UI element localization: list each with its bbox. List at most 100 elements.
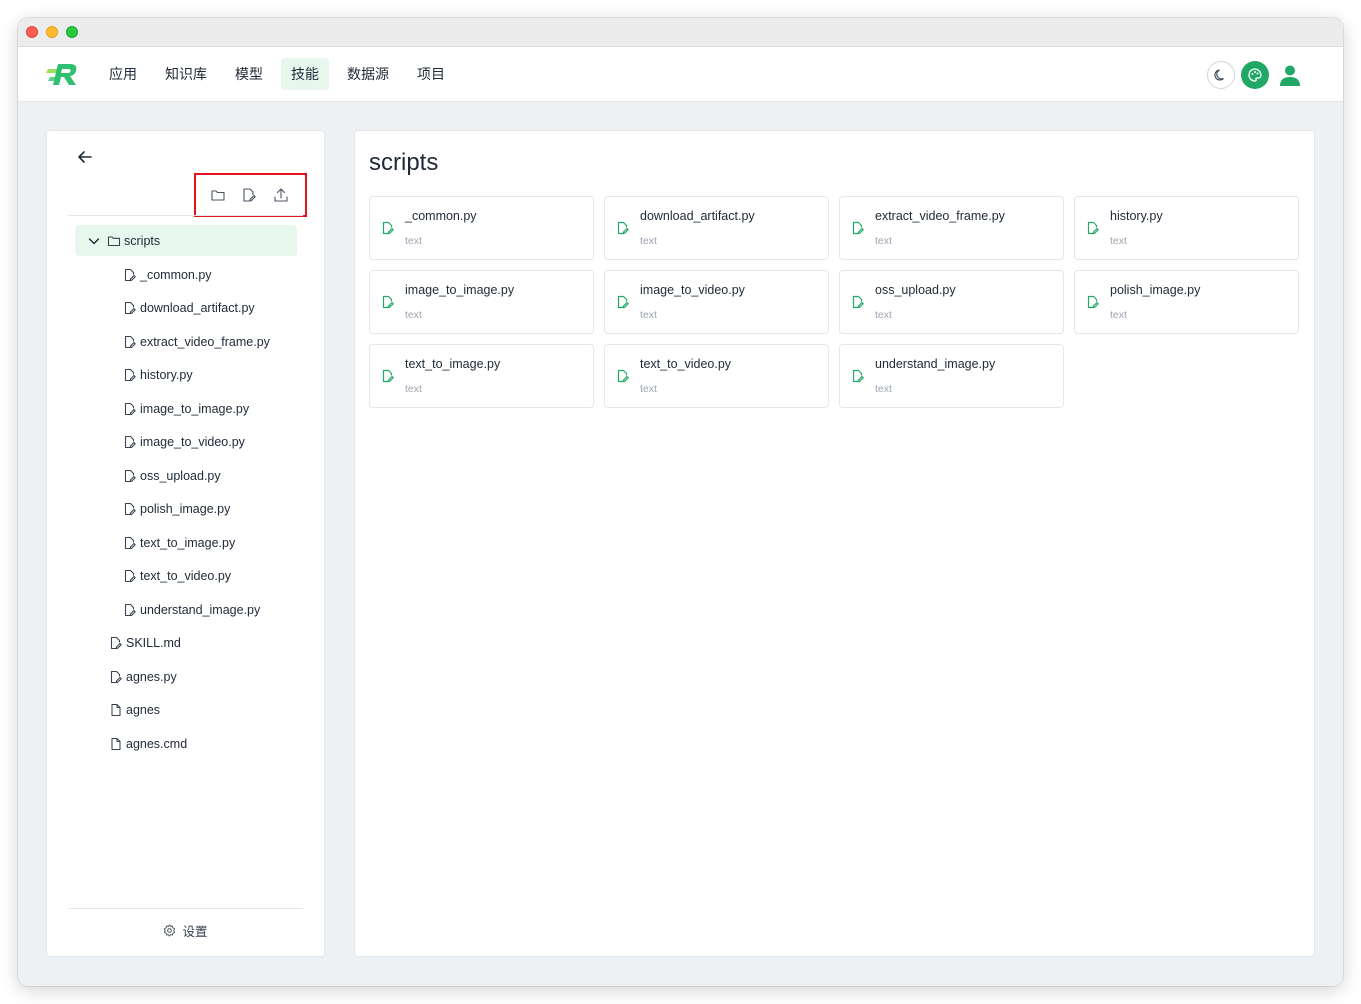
tree-file-label: polish_image.py [140,502,231,517]
tree-file-item[interactable]: extract_video_frame.py [75,325,297,359]
palette-button[interactable] [1241,61,1269,89]
tree-file-item[interactable]: SKILL.md [75,627,297,661]
tree-file-label: agnes.cmd [126,736,188,751]
nav-item-4[interactable]: 数据源 [337,58,399,90]
file-edit-icon [617,295,629,309]
chevron-down-icon[interactable] [87,234,101,248]
file-card[interactable]: extract_video_frame.py text [839,196,1064,260]
file-sidebar: scripts _common.py download_artifact.pyex… [46,130,325,957]
file-edit-icon [124,570,136,583]
file-edit-icon [382,369,394,383]
file-card-name: oss_upload.py [875,283,956,297]
tree-folder-scripts[interactable]: scripts [75,225,297,256]
file-edit-icon [124,302,136,315]
file-card[interactable]: image_to_video.py text [604,270,829,334]
new-folder-icon[interactable] [210,187,226,203]
settings-button[interactable]: 设置 [47,921,324,940]
file-card[interactable]: image_to_image.py text [369,270,594,334]
file-edit-icon [124,603,136,616]
file-card[interactable]: _common.py text [369,196,594,260]
tree-file-item[interactable]: history.py [75,359,297,393]
sidebar-divider-bottom [68,908,303,909]
file-card-name: extract_video_frame.py [875,209,1005,223]
nav-item-0[interactable]: 应用 [99,58,147,90]
file-edit-icon [382,295,394,309]
file-card-type: text [640,309,657,321]
window-titlebar [18,18,1343,47]
page-title: scripts [369,149,439,176]
main-nav: 应用 知识库 模型 技能 数据源 项目 [99,58,455,90]
upload-icon[interactable] [273,187,289,203]
nav-item-1[interactable]: 知识库 [155,58,217,90]
file-card-type: text [640,235,657,247]
file-card-name: image_to_video.py [640,283,745,297]
tree-file-item[interactable]: image_to_image.py [75,392,297,426]
nav-item-3[interactable]: 技能 [281,58,329,90]
tree-file-item[interactable]: image_to_video.py [75,426,297,460]
file-edit-icon [852,369,864,383]
tree-file-item[interactable]: oss_upload.py [75,459,297,493]
app-window: 应用 知识库 模型 技能 数据源 项目 scripts _common.py d… [18,18,1343,986]
file-card-type: text [405,235,422,247]
user-icon [1280,65,1300,86]
file-card-name: understand_image.py [875,357,996,371]
file-card[interactable]: text_to_video.py text [604,344,829,408]
tree-file-label: image_to_video.py [140,435,245,450]
tree-file-item[interactable]: text_to_video.py [75,560,297,594]
tree-file-label: image_to_image.py [140,401,250,416]
tree-file-item[interactable]: agnes.py [75,660,297,694]
tree-folder-label: scripts [124,233,161,248]
folder-icon [107,235,121,246]
tree-file-label: text_to_video.py [140,569,232,584]
sidebar-divider [68,215,303,216]
file-edit-icon [124,469,136,482]
file-card[interactable]: history.py text [1074,196,1299,260]
file-card-type: text [875,235,892,247]
file-card[interactable]: text_to_image.py text [369,344,594,408]
file-toolbar [194,173,307,217]
file-edit-icon [124,503,136,516]
folder-children: _common.py download_artifact.py extract_vi… [75,258,297,627]
file-edit-icon [124,402,136,415]
root-files: SKILL.md agnes.py agnes agnes.cmd [75,627,297,761]
file-edit-icon [110,670,122,683]
nav-item-2[interactable]: 模型 [225,58,273,90]
tree-file-item[interactable]: agnes [75,694,297,728]
tree-file-item[interactable]: polish_image.py [75,493,297,527]
file-card[interactable]: understand_image.py text [839,344,1064,408]
tree-file-label: download_artifact.py [140,301,255,316]
file-card-name: text_to_image.py [405,357,501,371]
file-card-type: text [405,383,422,395]
tree-file-label: history.py [140,368,193,383]
tree-file-item[interactable]: text_to_image.py [75,526,297,560]
file-card-type: text [405,309,422,321]
file-card[interactable]: oss_upload.py text [839,270,1064,334]
file-card-name: download_artifact.py [640,209,755,223]
file-edit-icon [124,369,136,382]
file-card-name: polish_image.py [1110,283,1201,297]
back-arrow-icon[interactable] [75,147,95,167]
file-edit-icon [124,335,136,348]
tree-file-item[interactable]: agnes.cmd [75,727,297,761]
top-navigation: 应用 知识库 模型 技能 数据源 项目 [18,47,1343,102]
file-card[interactable]: polish_image.py text [1074,270,1299,334]
file-card-name: history.py [1110,209,1163,223]
app-logo[interactable] [46,61,80,87]
close-window-button[interactable] [26,26,38,38]
gear-icon [164,924,176,937]
file-card[interactable]: download_artifact.py text [604,196,829,260]
file-grid: _common.py text download_artifact.py tex… [369,196,1299,408]
user-avatar-button[interactable] [1275,60,1305,90]
minimize-window-button[interactable] [46,26,58,38]
tree-file-item[interactable]: understand_image.py [75,593,297,627]
new-file-icon[interactable] [241,187,257,203]
tree-file-item[interactable]: _common.py [75,258,297,292]
nav-item-5[interactable]: 项目 [407,58,455,90]
file-edit-icon [852,295,864,309]
file-tree: scripts _common.py download_artifact.pyex… [75,225,297,761]
maximize-window-button[interactable] [66,26,78,38]
file-edit-icon [852,221,864,235]
file-edit-icon [1087,295,1099,309]
tree-file-item[interactable]: download_artifact.py [75,292,297,326]
theme-toggle-button[interactable] [1207,61,1235,89]
